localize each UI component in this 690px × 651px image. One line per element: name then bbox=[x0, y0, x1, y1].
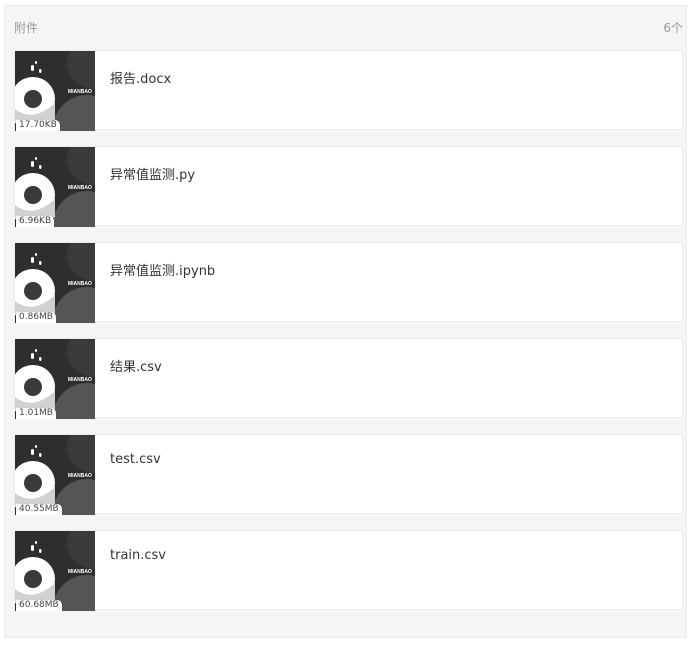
file-thumbnail: MIANBAO 17.70KB bbox=[15, 51, 95, 131]
attachment-item[interactable]: MIANBAO 40.55MB test.csv bbox=[14, 434, 683, 515]
file-thumbnail: MIANBAO 40.55MB bbox=[15, 435, 95, 515]
file-name[interactable]: 异常值监测.py bbox=[110, 164, 195, 183]
file-name[interactable]: test.csv bbox=[110, 452, 161, 467]
file-size: 1.01MB bbox=[16, 408, 56, 419]
thumb-brand-text: MIANBAO bbox=[68, 185, 92, 191]
attachment-item[interactable]: MIANBAO 17.70KB 报告.docx bbox=[14, 50, 683, 131]
attachments-count: 6个 bbox=[663, 21, 683, 35]
donut-logo-icon: MIANBAO bbox=[15, 339, 95, 419]
donut-logo-icon: MIANBAO bbox=[15, 243, 95, 323]
thumb-brand-text: MIANBAO bbox=[68, 569, 92, 575]
donut-logo-icon: MIANBAO bbox=[15, 435, 95, 515]
file-size: 60.68MB bbox=[16, 600, 62, 611]
attachment-item[interactable]: MIANBAO 60.68MB train.csv bbox=[14, 530, 683, 611]
attachments-header: 附件 6个 bbox=[5, 6, 686, 48]
attachment-item[interactable]: MIANBAO 6.96KB 异常值监测.py bbox=[14, 146, 683, 227]
file-name[interactable]: train.csv bbox=[110, 548, 166, 563]
file-size: 0.86MB bbox=[16, 312, 56, 323]
file-size: 6.96KB bbox=[16, 216, 55, 227]
thumb-brand-text: MIANBAO bbox=[68, 281, 92, 287]
file-thumbnail: MIANBAO 0.86MB bbox=[15, 243, 95, 323]
thumb-brand-text: MIANBAO bbox=[68, 377, 92, 383]
file-size: 40.55MB bbox=[16, 504, 62, 515]
attachment-item[interactable]: MIANBAO 1.01MB 结果.csv bbox=[14, 338, 683, 419]
file-thumbnail: MIANBAO 6.96KB bbox=[15, 147, 95, 227]
thumb-brand-text: MIANBAO bbox=[68, 473, 92, 479]
file-thumbnail: MIANBAO 1.01MB bbox=[15, 339, 95, 419]
file-name[interactable]: 异常值监测.ipynb bbox=[110, 260, 215, 279]
donut-logo-icon: MIANBAO bbox=[15, 147, 95, 227]
donut-logo-icon: MIANBAO bbox=[15, 531, 95, 611]
attachment-list: MIANBAO 17.70KB 报告.docx MIANBAO 6.96KB 异… bbox=[14, 50, 683, 626]
attachment-item[interactable]: MIANBAO 0.86MB 异常值监测.ipynb bbox=[14, 242, 683, 323]
attachments-title: 附件 bbox=[14, 21, 39, 35]
file-thumbnail: MIANBAO 60.68MB bbox=[15, 531, 95, 611]
file-name[interactable]: 报告.docx bbox=[110, 68, 171, 87]
file-size: 17.70KB bbox=[16, 120, 60, 131]
file-name[interactable]: 结果.csv bbox=[110, 356, 162, 375]
thumb-brand-text: MIANBAO bbox=[68, 89, 92, 95]
donut-logo-icon: MIANBAO bbox=[15, 51, 95, 131]
attachments-panel: 附件 6个 MIANBAO 17.70KB 报告.docx MIANBAO 6.… bbox=[4, 5, 687, 638]
